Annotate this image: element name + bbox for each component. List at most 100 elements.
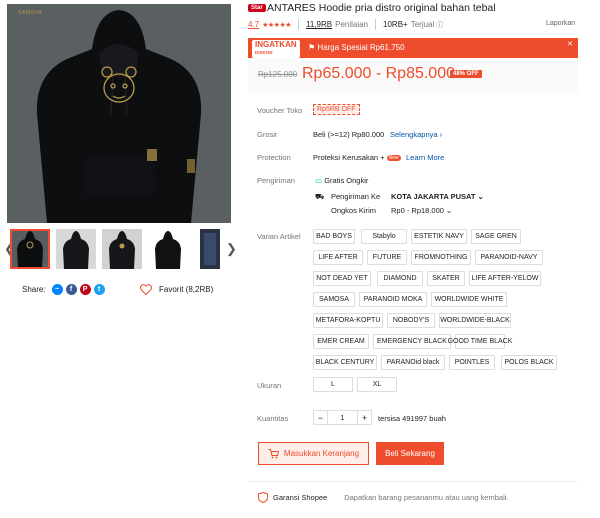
thumbnail-1[interactable]: [10, 229, 50, 269]
size-label: Ukuran: [257, 381, 282, 390]
chevron-right-icon[interactable]: ❯: [226, 241, 237, 257]
shield-icon: [258, 492, 268, 503]
free-shipping: ▭ Gratis Ongkir: [315, 176, 368, 185]
free-shipping-text: Gratis Ongkir: [324, 176, 369, 185]
divider: [375, 19, 377, 30]
ratings-label: Penilaian: [335, 20, 369, 29]
stock-text: tersisa 491997 buah: [378, 414, 446, 423]
ship-to-text: KOTA JAKARTA PUSAT: [391, 192, 476, 201]
price-box: Rp125.000 Rp65.000 - Rp85.000 48% OFF: [248, 58, 578, 92]
variant-option[interactable]: BLACK CENTURY: [313, 355, 377, 370]
share-row: Share: ~ f P t: [22, 284, 105, 295]
thumbnail-2[interactable]: [56, 229, 96, 269]
variant-option[interactable]: SKATER: [427, 271, 465, 286]
grosir-value: Beli (>=12) Rp80.000: [313, 130, 385, 139]
variant-option[interactable]: FROMNOTHING: [411, 250, 471, 265]
learn-more-link[interactable]: Learn More: [406, 153, 444, 162]
ship-cost-value[interactable]: Rp0 - Rp18.000 ⌄: [391, 206, 452, 215]
variant-option[interactable]: SAMOSA: [313, 292, 355, 307]
close-icon[interactable]: ✕: [567, 40, 573, 48]
thumbnail-5[interactable]: [200, 229, 220, 269]
promo-logo-bottom: DISKON: [255, 50, 273, 55]
quantity-input[interactable]: 1: [328, 410, 357, 425]
heart-icon: [140, 284, 152, 295]
variant-option[interactable]: SAGE GREN: [471, 229, 521, 244]
thumbnail-3[interactable]: [102, 229, 142, 269]
share-label: Share:: [22, 285, 46, 294]
variant-option[interactable]: BAD BOYS: [313, 229, 355, 244]
variant-option[interactable]: LIFE AFTER-YELOW: [469, 271, 541, 286]
discount-badge: 48% OFF: [450, 70, 482, 78]
variant-option[interactable]: GOOD TIME BLACK: [448, 334, 512, 349]
protection-value: Proteksi Kerusakan + New: [313, 153, 401, 162]
voucher-chip[interactable]: Rp5RB OFF: [313, 104, 360, 115]
ship-cost-text: Rp0 - Rp18.000: [391, 206, 444, 215]
variant-option[interactable]: NOBODY'S: [387, 313, 435, 328]
variant-option[interactable]: PARANOid black: [381, 355, 445, 370]
protection-label: Protection: [257, 153, 291, 162]
variant-option[interactable]: POLOS BLACK: [501, 355, 557, 370]
ship-to-label: Pengiriman Ke: [331, 192, 381, 201]
size-option-l[interactable]: L: [313, 377, 353, 392]
ratings-count[interactable]: 11,9RB: [306, 20, 332, 29]
rating-row: 4.7 ★★★★★ 11,9RB Penilaian 10RB+ Terjual…: [248, 19, 443, 30]
rating-stars-icon: ★★★★★: [262, 21, 292, 29]
report-link[interactable]: Laporkan: [546, 20, 575, 27]
voucher-label: Voucher Toko: [257, 106, 303, 115]
hoodie-image: [7, 4, 231, 223]
add-to-cart-button[interactable]: Masukkan Keranjang: [258, 442, 369, 465]
variant-option[interactable]: ESTETIK NAVY: [411, 229, 467, 244]
twitter-icon[interactable]: t: [93, 284, 105, 295]
guarantee-title: Garansi Shopee: [273, 493, 328, 502]
sold-label: Terjual: [410, 20, 435, 29]
variant-option[interactable]: EMERGENCY BLACK: [373, 334, 451, 349]
facebook-icon[interactable]: f: [65, 284, 77, 295]
add-to-cart-label: Masukkan Keranjang: [283, 449, 360, 458]
buy-now-button[interactable]: Beli Sekarang: [376, 442, 444, 465]
thumbnail-4[interactable]: [148, 229, 188, 269]
product-title: ANTARES Hoodie pria distro original baha…: [267, 2, 496, 14]
thumbnail-strip: ❮ ❯: [4, 229, 237, 269]
brand-mark: SAMOVA: [18, 10, 43, 16]
increment-button[interactable]: +: [357, 410, 372, 425]
rating-value[interactable]: 4.7: [248, 20, 259, 29]
promo-logo: INGATKAN DISKON: [252, 40, 300, 58]
variant-option[interactable]: EMER CREAM: [313, 334, 369, 349]
star-seller-badge: Star: [248, 4, 266, 12]
messenger-icon[interactable]: ~: [51, 284, 63, 295]
info-icon[interactable]: ⓘ: [436, 20, 443, 30]
promo-logo-top: INGATKAN: [255, 40, 297, 49]
variant-option[interactable]: NOT DEAD YET: [313, 271, 371, 286]
variant-option[interactable]: PARANOID MOKA: [359, 292, 427, 307]
variant-option[interactable]: FUTURE: [367, 250, 407, 265]
decrement-button[interactable]: −: [313, 410, 328, 425]
ship-to-value[interactable]: KOTA JAKARTA PUSAT ⌄: [391, 192, 484, 201]
variant-option[interactable]: METAFORA-KOPTU: [313, 313, 383, 328]
variant-label: Varian Artikel: [257, 232, 301, 241]
promo-banner[interactable]: INGATKAN DISKON ⚑ Harga Spesial Rp61.750…: [248, 38, 578, 58]
variant-option[interactable]: DIAMOND: [377, 271, 423, 286]
favorite-button[interactable]: Favorit (8,2RB): [140, 284, 213, 295]
size-option-xl[interactable]: XL: [357, 377, 397, 392]
original-price: Rp125.000: [258, 70, 298, 79]
guarantee-row: Garansi Shopee Dapatkan barang pesananmu…: [258, 492, 509, 503]
truck-icon: ⛟: [315, 192, 325, 201]
grosir-more-link[interactable]: Selengkapnya ›: [390, 130, 442, 139]
sold-count: 10RB+: [383, 20, 408, 29]
guarantee-text: Dapatkan barang pesananmu atau uang kemb…: [344, 493, 509, 502]
ship-cost-label: Ongkos Kirim: [331, 206, 377, 215]
variant-option[interactable]: PARANOID-NAVY: [475, 250, 543, 265]
shipping-label: Pengiriman: [257, 176, 295, 185]
quantity-stepper: − 1 +: [313, 410, 372, 425]
variant-option[interactable]: POINTLES: [449, 355, 495, 370]
grosir-more-text: Selengkapnya: [390, 130, 438, 139]
variant-option[interactable]: Stabylo: [361, 229, 407, 244]
new-badge: New: [386, 155, 401, 162]
promo-text: ⚑ Harga Spesial Rp61.750: [308, 43, 405, 52]
variant-option[interactable]: LIFE AFTER: [313, 250, 363, 265]
variant-option[interactable]: WORLDWIDE WHITE: [431, 292, 507, 307]
variant-option[interactable]: WORLDWIDE-BLACK: [439, 313, 511, 328]
pinterest-icon[interactable]: P: [79, 284, 91, 295]
product-main-image[interactable]: SAMOVA: [7, 4, 231, 223]
quantity-label: Kuantitas: [257, 414, 289, 423]
